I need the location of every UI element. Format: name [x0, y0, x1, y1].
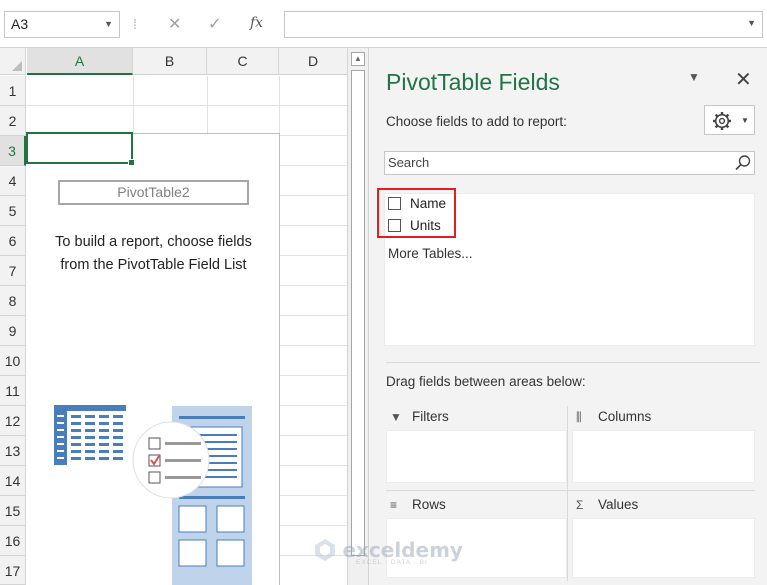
row-header-2[interactable]: 2: [0, 106, 26, 136]
values-label: Values: [598, 497, 639, 512]
pivot-field-list-illustration-icon: [54, 405, 252, 585]
highlight-box: [377, 188, 456, 238]
row-header-3[interactable]: 3: [0, 136, 26, 166]
more-tables-link[interactable]: More Tables...: [388, 246, 473, 261]
area-divider-horizontal: [386, 490, 755, 491]
gear-icon: [713, 112, 731, 130]
row-header-17[interactable]: 17: [0, 556, 26, 585]
exceldemy-watermark: exceldemy EXCEL · DATA · BI: [312, 537, 463, 566]
expand-formula-bar-icon[interactable]: ▼: [747, 18, 756, 28]
field-search-input[interactable]: Search: [384, 151, 755, 175]
columns-icon: ⫼: [576, 410, 582, 424]
grid-vertical-scrollbar[interactable]: ▲: [347, 48, 369, 585]
column-header-c[interactable]: C: [207, 48, 279, 75]
row-header-7[interactable]: 7: [0, 256, 26, 286]
row-header-8[interactable]: 8: [0, 286, 26, 316]
row-header-10[interactable]: 10: [0, 346, 26, 376]
pivot-table-placeholder[interactable]: PivotTable2 To build a report, choose fi…: [27, 133, 280, 585]
name-box-dropdown-icon[interactable]: ▼: [104, 12, 113, 37]
area-divider-vertical: [567, 406, 568, 581]
filter-icon: ▼: [390, 410, 402, 424]
column-header-d[interactable]: D: [279, 48, 347, 75]
exceldemy-logo-icon: [315, 539, 335, 561]
row-header-4[interactable]: 4: [0, 166, 26, 196]
row-header-16[interactable]: 16: [0, 526, 26, 556]
row-header-15[interactable]: 15: [0, 496, 26, 526]
insert-function-icon[interactable]: fx: [250, 15, 263, 31]
rows-label: Rows: [412, 497, 446, 512]
formula-bar: A3 ▼ ⁞ ✕ ✓ fx ▼: [0, 0, 767, 48]
row-header-6[interactable]: 6: [0, 226, 26, 256]
filters-label: Filters: [412, 409, 449, 424]
columns-label: Columns: [598, 409, 652, 424]
pane-title: PivotTable Fields: [386, 69, 560, 95]
search-placeholder: Search: [388, 155, 430, 170]
sigma-icon: Σ: [576, 498, 584, 512]
tools-button[interactable]: ▼: [704, 105, 755, 135]
values-area-header: Σ Values: [576, 497, 638, 512]
row-header-14[interactable]: 14: [0, 466, 26, 496]
pivottable-fields-pane: PivotTable Fields ▼ ✕ Choose fields to a…: [369, 48, 767, 585]
formula-input[interactable]: ▼: [284, 11, 763, 38]
name-box[interactable]: A3 ▼: [4, 11, 120, 38]
pane-divider: [386, 362, 760, 363]
columns-drop-area[interactable]: [572, 430, 755, 483]
row-header-5[interactable]: 5: [0, 196, 26, 226]
select-all-corner[interactable]: [0, 48, 26, 75]
close-icon[interactable]: ✕: [735, 67, 752, 92]
rows-icon: ≡: [390, 498, 398, 512]
drag-fields-label: Drag fields between areas below:: [386, 374, 586, 389]
column-header-b[interactable]: B: [133, 48, 207, 75]
column-header-a[interactable]: A: [27, 48, 133, 75]
scrollbar-thumb[interactable]: [351, 70, 365, 556]
filters-drop-area[interactable]: [386, 430, 567, 483]
enter-icon[interactable]: ✓: [208, 14, 221, 34]
scroll-up-icon[interactable]: ▲: [351, 52, 365, 66]
row-header-12[interactable]: 12: [0, 406, 26, 436]
worksheet-grid[interactable]: A B C D 1 2 3 4 5 6 7 8 9 10 11 12 13 14…: [0, 48, 347, 585]
name-box-value: A3: [11, 16, 29, 32]
row-header-9[interactable]: 9: [0, 316, 26, 346]
search-icon[interactable]: [734, 154, 752, 172]
pane-subtitle: Choose fields to add to report:: [386, 114, 567, 129]
row-header-11[interactable]: 11: [0, 376, 26, 406]
active-cell-a3[interactable]: [26, 132, 135, 166]
values-drop-area[interactable]: [572, 518, 755, 578]
row-header-13[interactable]: 13: [0, 436, 26, 466]
cancel-icon[interactable]: ✕: [168, 14, 181, 34]
filters-area-header: ▼ Filters: [390, 409, 449, 424]
columns-area-header: ⫼ Columns: [576, 409, 651, 425]
pane-options-dropdown-icon[interactable]: ▼: [688, 70, 700, 84]
chevron-down-icon: ▼: [741, 116, 749, 125]
watermark-tagline: EXCEL · DATA · BI: [356, 559, 428, 566]
formula-bar-grip-icon: ⁞: [133, 16, 137, 32]
row-header-1[interactable]: 1: [0, 76, 26, 106]
rows-area-header: ≡ Rows: [390, 497, 446, 512]
